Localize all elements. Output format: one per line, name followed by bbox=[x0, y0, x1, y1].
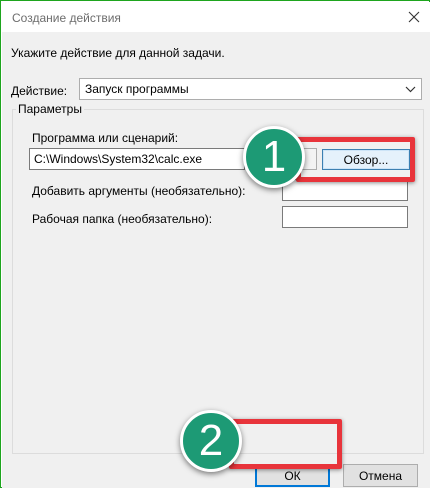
step-2-marker: 2 bbox=[180, 410, 242, 472]
program-input[interactable]: C:\Windows\System32\calc.exe bbox=[29, 148, 245, 170]
window-title: Создание действия bbox=[12, 11, 121, 25]
step-1-marker: 1 bbox=[243, 126, 305, 188]
action-select-value: Запуск программы bbox=[85, 82, 189, 96]
instruction-text: Укажите действие для данной задачи. bbox=[11, 46, 225, 60]
cancel-button-label: Отмена bbox=[358, 468, 403, 483]
ok-button[interactable]: ОК bbox=[255, 464, 330, 487]
workdir-label: Рабочая папка (необязательно): bbox=[32, 212, 213, 226]
program-label: Программа или сценарий: bbox=[32, 131, 179, 145]
action-select[interactable]: Запуск программы bbox=[79, 78, 422, 100]
workdir-input[interactable] bbox=[282, 206, 408, 228]
chevron-down-icon bbox=[405, 86, 416, 93]
action-label: Действие: bbox=[11, 84, 68, 98]
browse-button-label: Обзор... bbox=[343, 152, 389, 167]
arguments-input[interactable] bbox=[282, 179, 408, 201]
parameters-group-label: Параметры bbox=[16, 102, 84, 116]
cancel-button[interactable]: Отмена bbox=[343, 464, 418, 487]
arguments-label: Добавить аргументы (необязательно): bbox=[32, 184, 246, 198]
close-button[interactable] bbox=[402, 6, 426, 28]
browse-button[interactable]: Обзор... bbox=[322, 149, 410, 170]
title-bar: Создание действия bbox=[2, 2, 430, 32]
ok-button-label: ОК bbox=[284, 468, 301, 483]
close-icon bbox=[408, 11, 420, 23]
